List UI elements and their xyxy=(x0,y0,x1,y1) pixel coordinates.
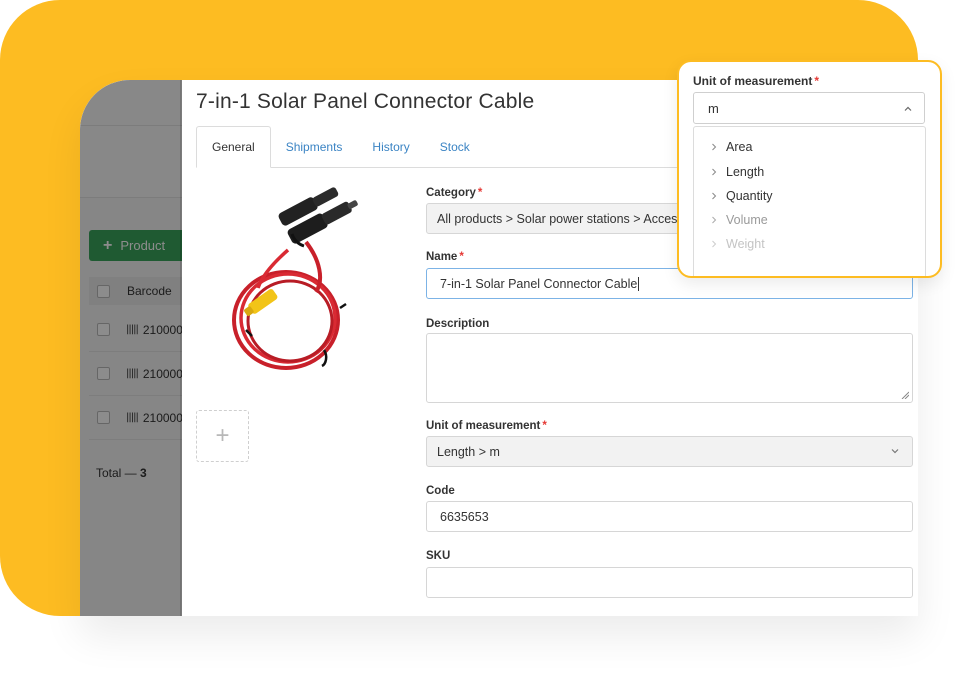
chevron-down-icon xyxy=(891,449,899,454)
name-label-text: Name xyxy=(426,251,458,263)
name-value: 7-in-1 Solar Panel Connector Cable xyxy=(440,276,638,291)
add-photo-button[interactable]: + xyxy=(196,410,249,462)
tab-general[interactable]: General xyxy=(196,126,271,168)
product-photo[interactable] xyxy=(228,180,378,380)
sku-label: SKU xyxy=(426,550,451,562)
menu-item-label: Area xyxy=(726,140,753,154)
menu-item-weight[interactable]: Weight xyxy=(694,232,925,256)
chevron-up-icon[interactable] xyxy=(903,104,913,114)
menu-item-label: Weight xyxy=(726,237,765,251)
menu-item-label: Length xyxy=(726,165,765,179)
chevron-right-icon xyxy=(712,192,717,200)
add-photo-icon: + xyxy=(215,422,230,449)
menu-item-quantity[interactable]: Quantity xyxy=(694,184,925,208)
required-asterisk: * xyxy=(477,187,483,199)
sku-input[interactable] xyxy=(426,567,913,598)
unit-dropdown-callout: Unit of measurement * m Area Length Quant… xyxy=(677,60,942,278)
required-asterisk: * xyxy=(459,251,464,263)
required-asterisk: * xyxy=(542,420,547,432)
product-title: 7-in-1 Solar Panel Connector Cable xyxy=(196,90,535,113)
unit-options-menu: Area Length Quantity Volume Weight xyxy=(693,126,926,276)
description-textarea[interactable] xyxy=(426,333,913,403)
unit-search-value: m xyxy=(708,100,719,116)
menu-item-area[interactable]: Area xyxy=(694,135,925,159)
code-value: 6635653 xyxy=(440,509,489,524)
chevron-right-icon xyxy=(712,168,717,176)
tab-history[interactable]: History xyxy=(357,126,424,168)
tab-stock[interactable]: Stock xyxy=(425,126,485,168)
unit-label: Unit of measurement * xyxy=(426,420,547,432)
resize-grip-icon[interactable] xyxy=(901,391,909,399)
code-label: Code xyxy=(426,485,455,497)
chevron-right-icon xyxy=(712,240,717,248)
name-label: Name * xyxy=(426,251,464,263)
chevron-right-icon xyxy=(712,216,717,224)
code-input[interactable]: 6635653 xyxy=(426,501,913,532)
modal-dim-overlay[interactable] xyxy=(80,80,182,616)
unit-select[interactable]: Length > m xyxy=(426,436,913,467)
required-asterisk: * xyxy=(814,74,820,88)
description-label: Description xyxy=(426,318,490,330)
dropdown-unit-label-text: Unit of measurement xyxy=(693,74,813,88)
chevron-right-icon xyxy=(712,143,717,151)
menu-item-volume[interactable]: Volume xyxy=(694,208,925,232)
tab-shipments[interactable]: Shipments xyxy=(271,126,358,168)
menu-item-label: Quantity xyxy=(726,189,773,203)
menu-item-label: Volume xyxy=(726,213,768,227)
dropdown-unit-label: Unit of measurement * xyxy=(693,74,819,88)
text-caret xyxy=(638,276,640,291)
menu-item-length[interactable]: Length xyxy=(694,160,925,184)
category-label-text: Category xyxy=(426,187,476,199)
unit-value: Length > m xyxy=(437,444,500,459)
category-label: Category * xyxy=(426,187,482,199)
category-value: All products > Solar power stations > Ac… xyxy=(437,211,711,226)
unit-search-input[interactable]: m xyxy=(693,92,925,124)
unit-label-text: Unit of measurement xyxy=(426,420,541,432)
